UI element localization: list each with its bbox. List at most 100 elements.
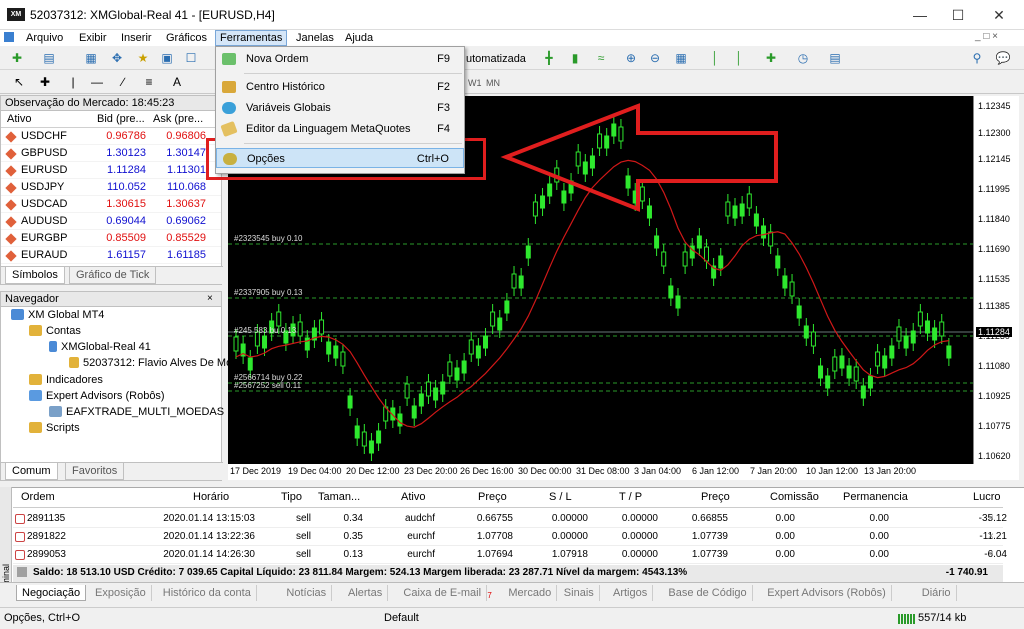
line-chart-icon[interactable]: ≈ xyxy=(592,49,610,67)
terminal-icon[interactable]: ▣ xyxy=(158,49,176,67)
order-row[interactable]: 2891135 2020.01.14 13:15:03 sell 0.34 audchf… xyxy=(13,510,1007,528)
nav-root[interactable]: XM Global MT4 xyxy=(11,309,104,321)
close-button[interactable]: ✕ xyxy=(984,5,1014,25)
profiles-icon[interactable]: ▤ xyxy=(40,49,58,67)
chart-shift-icon[interactable]: │ xyxy=(706,49,724,67)
zoom-out-icon[interactable]: ⊖ xyxy=(646,49,664,67)
menu-graficos[interactable]: Gráficos xyxy=(162,31,211,45)
order-row[interactable]: 2891822 2020.01.14 13:22:36 sell 0.35 eurchf… xyxy=(13,528,1007,546)
maximize-button[interactable]: ☐ xyxy=(943,5,973,25)
menu-editor-metaquotes[interactable]: Editor da Linguagem MetaQuotes F4 xyxy=(216,119,464,139)
chat-icon[interactable]: 💬 xyxy=(994,49,1012,67)
order-row[interactable]: 2899053 2020.01.14 14:26:30 sell 0.13 eurchf… xyxy=(13,546,1007,564)
terminal-tab[interactable]: Notícias xyxy=(281,585,333,601)
nav-contas[interactable]: Contas xyxy=(29,325,81,337)
menu-centro-historico[interactable]: Centro Histórico F2 xyxy=(216,77,464,97)
col-5[interactable]: Preço xyxy=(478,491,507,503)
cursor-icon[interactable]: ↖ xyxy=(10,73,28,91)
terminal-tab[interactable]: Expert Advisors (Robôs) xyxy=(762,585,892,601)
crosshair-icon[interactable]: ✚ xyxy=(36,73,54,91)
market-watch-row[interactable]: EURGBP 0.85509 0.85529 xyxy=(1,230,221,247)
nav-indicadores[interactable]: Indicadores xyxy=(29,374,103,386)
close-order-icon[interactable]: × xyxy=(988,513,994,524)
menu-opcoes[interactable]: Opções Ctrl+O xyxy=(216,148,464,168)
menu-variaveis-globais[interactable]: Variáveis Globais F3 xyxy=(216,98,464,118)
col-10[interactable]: Permanencia xyxy=(843,491,908,503)
col-9[interactable]: Comissão xyxy=(770,491,819,503)
tab-simbolos[interactable]: Símbolos xyxy=(5,267,65,284)
menu-ajuda[interactable]: Ajuda xyxy=(341,31,377,45)
col-4[interactable]: Ativo xyxy=(401,491,425,503)
col-7[interactable]: T / P xyxy=(619,491,642,503)
menu-ferramentas[interactable]: Ferramentas xyxy=(215,30,288,46)
market-watch-row[interactable]: USDJPY 110.052 110.068 xyxy=(1,179,221,196)
market-watch-row[interactable]: USDCAD 1.30615 1.30637 xyxy=(1,196,221,213)
market-watch-row[interactable]: USDCHF 0.96786 0.96806 xyxy=(1,128,221,145)
trendline-icon[interactable]: ∕ xyxy=(114,73,132,91)
col-3[interactable]: Taman... xyxy=(318,491,360,503)
zoom-in-icon[interactable]: ⊕ xyxy=(622,49,640,67)
terminal-tab[interactable]: Caixa de E-mail xyxy=(398,585,488,601)
terminal-tab[interactable]: Histórico da conta xyxy=(158,585,257,601)
col-0[interactable]: Ordem xyxy=(21,491,55,503)
col-bid[interactable]: Bid (pre... xyxy=(97,113,145,125)
col-8[interactable]: Preço xyxy=(701,491,730,503)
period-mn[interactable]: MN xyxy=(486,78,500,88)
col-11[interactable]: Lucro xyxy=(973,491,1001,503)
nav-account[interactable]: 52037312: Flavio Alves De Mo xyxy=(69,357,232,369)
candles-icon[interactable]: ▮ xyxy=(566,49,584,67)
close-order-icon[interactable]: × xyxy=(988,531,994,542)
tab-grafico-de-tick[interactable]: Gráfico de Tick xyxy=(69,267,157,284)
period-w1[interactable]: W1 xyxy=(468,78,482,88)
terminal-tab[interactable]: Exposição xyxy=(90,585,152,601)
terminal-tab[interactable]: Base de Código xyxy=(663,585,753,601)
periods-icon[interactable]: ◷ xyxy=(794,49,812,67)
market-watch-row[interactable]: EURAUD 1.61157 1.61185 xyxy=(1,247,221,264)
autoscroll-icon[interactable]: │ xyxy=(730,49,748,67)
tab-comum[interactable]: Comum xyxy=(5,463,58,480)
nav-ea-item[interactable]: EAFXTRADE_MULTI_MOEDAS xyxy=(49,406,224,418)
col-ask[interactable]: Ask (pre... xyxy=(153,113,203,125)
terminal-tab[interactable]: Diário xyxy=(917,585,957,601)
text-icon[interactable]: A xyxy=(168,73,186,91)
vertical-line-icon[interactable]: | xyxy=(64,73,82,91)
terminal-tab[interactable]: Artigos xyxy=(608,585,654,601)
nav-scripts[interactable]: Scripts xyxy=(29,422,80,434)
menu-exibir[interactable]: Exibir xyxy=(75,31,111,45)
tab-favoritos[interactable]: Favoritos xyxy=(65,463,125,480)
market-watch-row[interactable]: GBPUSD 1.30123 1.30147 xyxy=(1,145,221,162)
market-watch-row[interactable]: EURUSD 1.11284 1.11301 xyxy=(1,162,221,179)
col-2[interactable]: Tipo xyxy=(281,491,302,503)
indicators-icon[interactable]: ✚ xyxy=(762,49,780,67)
col-ativo[interactable]: Ativo xyxy=(7,113,31,125)
autotrading-button[interactable]: utomatizada xyxy=(466,53,526,65)
terminal-tab[interactable]: Mercado xyxy=(503,585,558,601)
fibonacci-icon[interactable]: ≡ xyxy=(140,73,158,91)
new-chart-icon[interactable]: ✚ xyxy=(8,49,26,67)
col-6[interactable]: S / L xyxy=(549,491,572,503)
menu-inserir[interactable]: Inserir xyxy=(117,31,156,45)
close-order-icon[interactable]: × xyxy=(988,549,994,560)
menu-nova-ordem[interactable]: Nova Ordem F9 xyxy=(216,49,464,69)
nav-server[interactable]: XMGlobal-Real 41 xyxy=(49,341,151,353)
mdi-controls[interactable]: _ □ × xyxy=(975,31,998,42)
navigator-icon[interactable]: ★ xyxy=(134,49,152,67)
strategy-tester-icon[interactable]: ☐ xyxy=(182,49,200,67)
terminal-tab[interactable]: Sinais xyxy=(559,585,600,601)
search-icon[interactable]: ⚲ xyxy=(968,49,986,67)
menu-janelas[interactable]: Janelas xyxy=(292,31,338,45)
market-watch-row[interactable]: AUDUSD 0.69044 0.69062 xyxy=(1,213,221,230)
navigator-close-icon[interactable]: × xyxy=(207,293,213,304)
terminal-tab[interactable]: Negociação xyxy=(16,585,87,601)
bar-chart-icon[interactable]: ╋ xyxy=(540,49,558,67)
col-1[interactable]: Horário xyxy=(193,491,229,503)
nav-expert-advisors[interactable]: Expert Advisors (Robôs) xyxy=(29,390,165,402)
menu-arquivo[interactable]: Arquivo xyxy=(22,31,67,45)
tile-windows-icon[interactable]: ▦ xyxy=(672,49,690,67)
terminal-tab[interactable]: Alertas xyxy=(343,585,389,601)
templates-icon[interactable]: ▤ xyxy=(826,49,844,67)
horizontal-line-icon[interactable]: — xyxy=(88,73,106,91)
market-watch-icon[interactable]: ▦ xyxy=(82,49,100,67)
minimize-button[interactable]: — xyxy=(905,5,935,25)
data-window-icon[interactable]: ✥ xyxy=(108,49,126,67)
